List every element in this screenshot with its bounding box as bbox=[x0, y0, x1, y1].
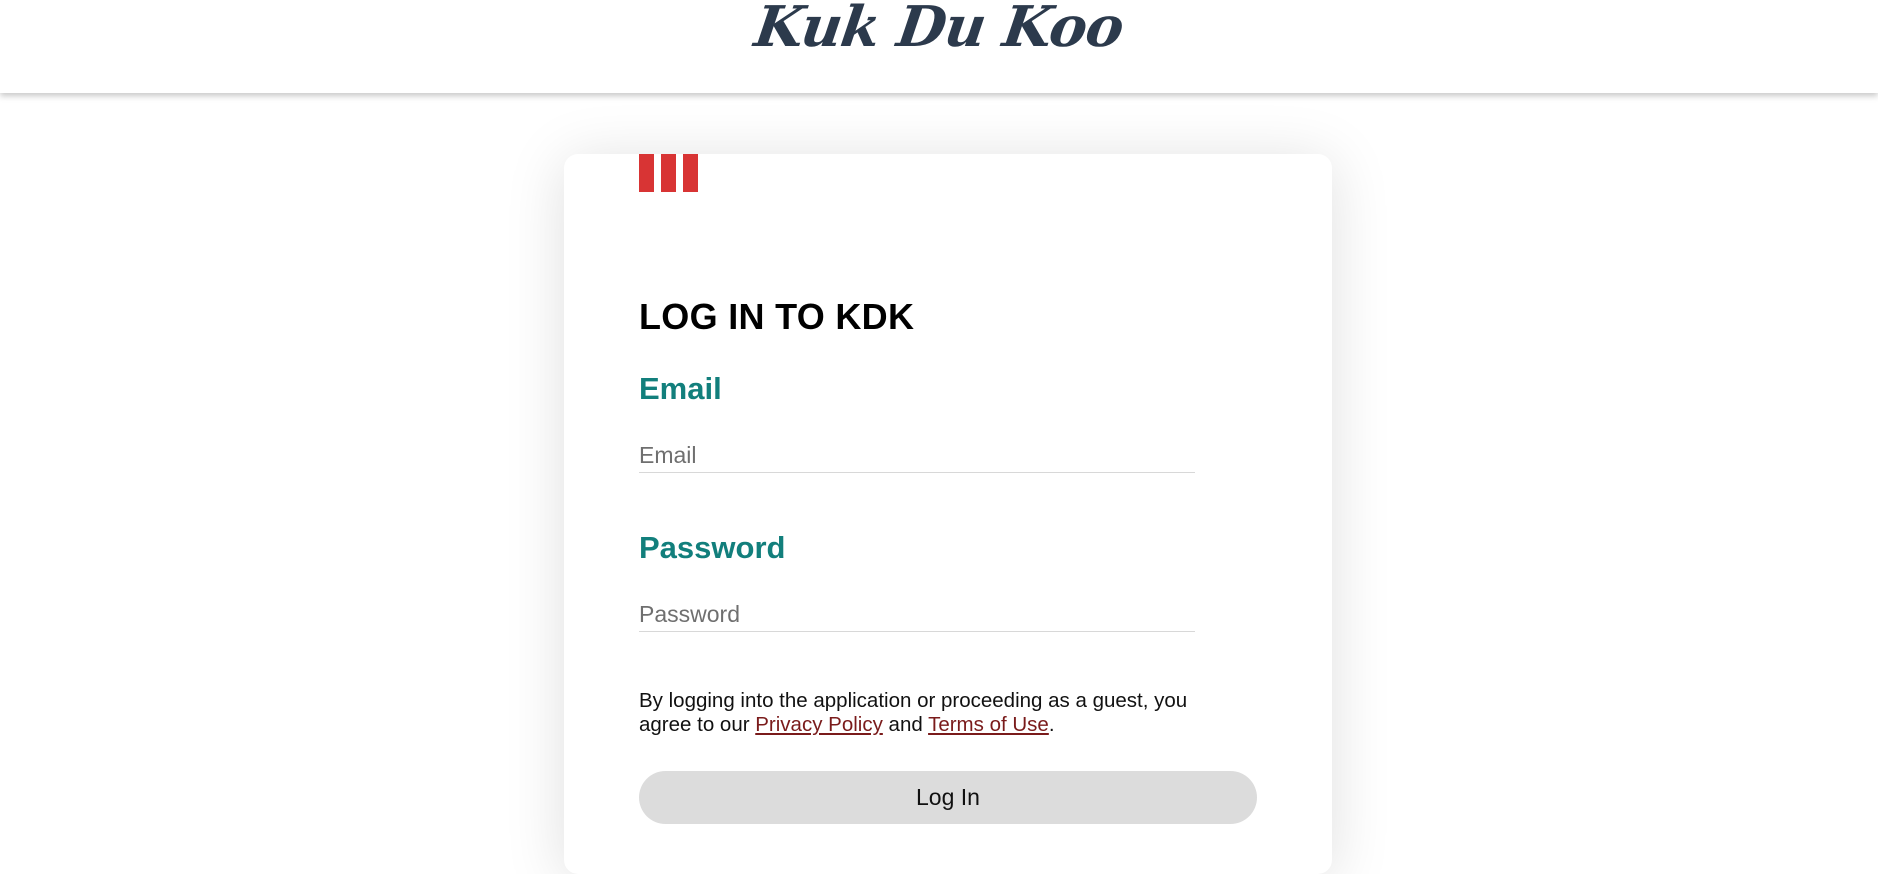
kdk-logo-icon bbox=[639, 154, 698, 192]
consent-text: By logging into the application or proce… bbox=[639, 689, 1239, 737]
logo-bar bbox=[683, 154, 698, 192]
logo-bar bbox=[639, 154, 654, 192]
brand-logo-text[interactable]: Kuk Du Koo bbox=[0, 0, 1878, 60]
consent-suffix: . bbox=[1048, 713, 1055, 736]
logo-bar bbox=[661, 154, 676, 192]
site-header: Kuk Du Koo bbox=[0, 0, 1878, 93]
page-title: LOG IN TO KDK bbox=[639, 296, 915, 337]
consent-middle: and bbox=[882, 713, 929, 736]
password-field[interactable] bbox=[639, 597, 1195, 632]
terms-of-use-link[interactable]: Terms of Use bbox=[928, 713, 1049, 736]
privacy-policy-link[interactable]: Privacy Policy bbox=[755, 713, 883, 736]
email-label: Email bbox=[639, 371, 722, 406]
login-card: LOG IN TO KDK Email Password By logging … bbox=[564, 154, 1332, 874]
email-field[interactable] bbox=[639, 438, 1195, 473]
password-label: Password bbox=[639, 530, 786, 565]
log-in-button[interactable]: Log In bbox=[639, 771, 1257, 824]
